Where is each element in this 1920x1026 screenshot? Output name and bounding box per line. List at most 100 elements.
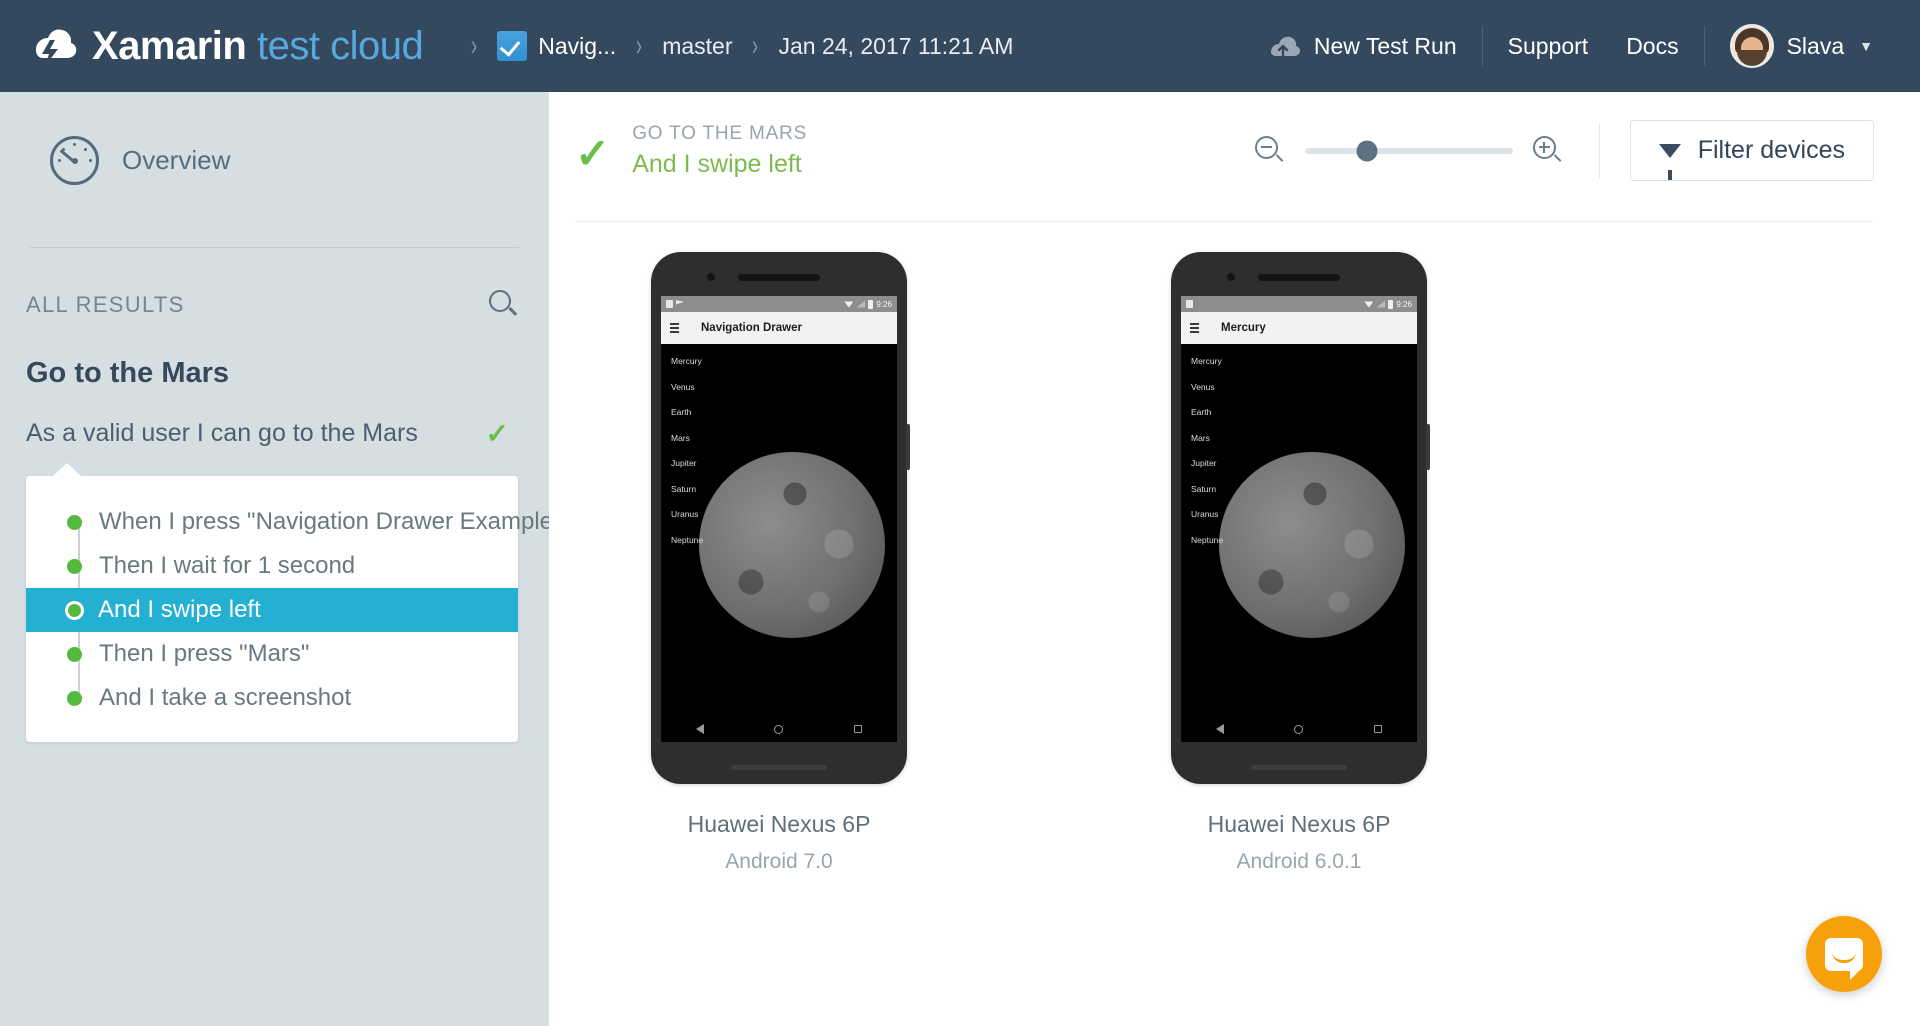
step-item[interactable]: When I press "Navigation Drawer Example" [26, 500, 562, 544]
tools-divider [1598, 123, 1600, 178]
zoom-out-icon[interactable] [1254, 135, 1285, 166]
filter-devices-button[interactable]: Filter devices [1629, 120, 1874, 181]
step-label: When I press "Navigation Drawer Example" [99, 508, 562, 535]
step-pass-icon: ✓ [575, 129, 611, 177]
feature-title: Go to the Mars [26, 357, 230, 389]
scenario-label: As a valid user I can go to the Mars [26, 419, 418, 447]
docs-label: Docs [1626, 32, 1679, 59]
planet-item: Neptune [671, 534, 704, 545]
front-camera-icon [1227, 273, 1235, 281]
step-status-dot-icon [68, 603, 81, 617]
home-icon [1294, 724, 1304, 734]
planet-item: Earth [671, 407, 692, 417]
step-item[interactable]: And I take a screenshot [26, 676, 518, 720]
step-item[interactable]: Then I press "Mars" [26, 632, 518, 676]
planet-item: Mars [671, 432, 690, 443]
wifi-icon [844, 301, 854, 308]
step-label: Then I wait for 1 second [99, 552, 356, 579]
device-card: 9:26 Mercury Mercury Venus Earth Mars Ju… [1129, 252, 1469, 874]
planet-item: Earth [1191, 407, 1212, 417]
app-bar-title: Navigation Drawer [701, 322, 802, 334]
scenario-pass-icon: ✓ [485, 418, 509, 449]
zoom-slider-knob[interactable] [1356, 140, 1378, 161]
signal-icon [1376, 300, 1386, 308]
power-button [906, 424, 910, 470]
planet-item: Jupiter [671, 458, 697, 468]
earpiece-speaker [738, 274, 820, 281]
phone-screen: 9:26 Navigation Drawer Mercury Venus Ear… [661, 296, 897, 742]
test-run-icon [497, 31, 528, 67]
breadcrumb-item-app[interactable]: Navig... [497, 31, 617, 67]
planet-item: Venus [671, 381, 695, 392]
filter-funnel-icon [1658, 143, 1681, 180]
top-bar-actions: New Test Run Support Docs Slava ▼ [1246, 24, 1892, 68]
breadcrumb-item-branch[interactable]: master [662, 33, 732, 60]
planet-item: Mars [1191, 432, 1210, 443]
step-label: Then I press "Mars" [99, 640, 310, 667]
phone-chin [1251, 765, 1347, 770]
breadcrumb-label-app: Navig... [538, 32, 617, 59]
search-icon[interactable] [489, 290, 519, 320]
hamburger-menu-icon [1190, 323, 1199, 333]
main-header-eyebrow: GO TO THE MARS [632, 122, 808, 144]
phone-chin [731, 765, 827, 770]
power-button [1426, 424, 1430, 470]
planet-list: Mercury Venus Earth Mars Jupiter Saturn … [671, 356, 703, 560]
phone-screen: 9:26 Mercury Mercury Venus Earth Mars Ju… [1181, 296, 1417, 742]
docs-link[interactable]: Docs [1607, 33, 1697, 60]
support-link[interactable]: Support [1489, 33, 1608, 60]
chat-bubble-icon[interactable] [1806, 916, 1882, 992]
planet-item: Jupiter [1191, 458, 1217, 468]
support-label: Support [1507, 32, 1589, 59]
app-content: Mercury Venus Earth Mars Jupiter Saturn … [1181, 344, 1417, 742]
device-screenshot[interactable]: 9:26 Mercury Mercury Venus Earth Mars Ju… [1171, 252, 1430, 784]
status-time: 9:26 [1396, 299, 1412, 309]
step-status-dot-icon [67, 514, 82, 530]
brand-sub: test cloud [256, 23, 424, 68]
planet-list: Mercury Venus Earth Mars Jupiter Saturn … [1191, 356, 1223, 560]
app-bar-title: Mercury [1221, 322, 1266, 334]
chat-bubble-shape [1825, 937, 1863, 980]
main-header-tools: Filter devices [1254, 120, 1874, 181]
new-test-run-button[interactable]: New Test Run [1246, 32, 1476, 60]
planet-item: Saturn [1191, 483, 1217, 494]
step-item-active[interactable]: And I swipe left [26, 588, 518, 632]
planet-item: Mercury [671, 356, 702, 366]
breadcrumb-separator-3: › [752, 29, 759, 62]
sidebar: Overview ALL RESULTS Go to the Mars As a… [0, 92, 562, 1026]
step-item[interactable]: Then I wait for 1 second [26, 544, 518, 588]
device-screenshot[interactable]: 9:26 Navigation Drawer Mercury Venus Ear… [651, 252, 910, 784]
brand-main: Xamarin [92, 23, 247, 68]
brand-logo-group[interactable]: Xamarin test cloud [26, 20, 424, 72]
planet-image [699, 452, 885, 638]
zoom-slider[interactable] [1304, 140, 1513, 161]
status-time: 9:26 [876, 299, 892, 309]
notification-icon [666, 300, 673, 308]
breadcrumb-item-date[interactable]: Jan 24, 2017 11:21 AM [778, 33, 1013, 60]
main-header: ✓ GO TO THE MARS And I swipe left Filter… [549, 92, 1920, 181]
zoom-in-icon[interactable] [1532, 135, 1563, 166]
device-name: Huawei Nexus 6P [687, 811, 871, 837]
device-name: Huawei Nexus 6P [1207, 811, 1391, 837]
android-navigation-bar [661, 716, 897, 742]
android-app-bar: Navigation Drawer [661, 312, 897, 344]
breadcrumb: › Navig... › master › Jan 24, 2017 11:21… [451, 29, 1013, 67]
breadcrumb-separator-2: › [636, 29, 643, 62]
wifi-icon [1364, 301, 1374, 308]
back-icon [696, 724, 705, 734]
step-status-dot-icon [67, 646, 82, 662]
recents-icon [853, 725, 862, 733]
sidebar-item-overview[interactable]: Overview [26, 92, 523, 185]
breadcrumb-label-branch: master [662, 32, 733, 59]
top-navigation-bar: Xamarin test cloud › Navig... › master ›… [0, 0, 1920, 92]
battery-icon [1388, 299, 1394, 309]
recents-icon [1373, 725, 1382, 733]
main-header-title: And I swipe left [632, 149, 802, 178]
cloud-upload-icon [1265, 32, 1301, 60]
step-status-dot-icon [67, 558, 82, 574]
front-camera-icon [707, 273, 715, 281]
smile-icon [1832, 952, 1856, 963]
scenario-row[interactable]: As a valid user I can go to the Mars ✓ [26, 417, 523, 450]
user-menu[interactable]: Slava ▼ [1711, 24, 1892, 68]
all-results-header: ALL RESULTS [26, 248, 523, 320]
